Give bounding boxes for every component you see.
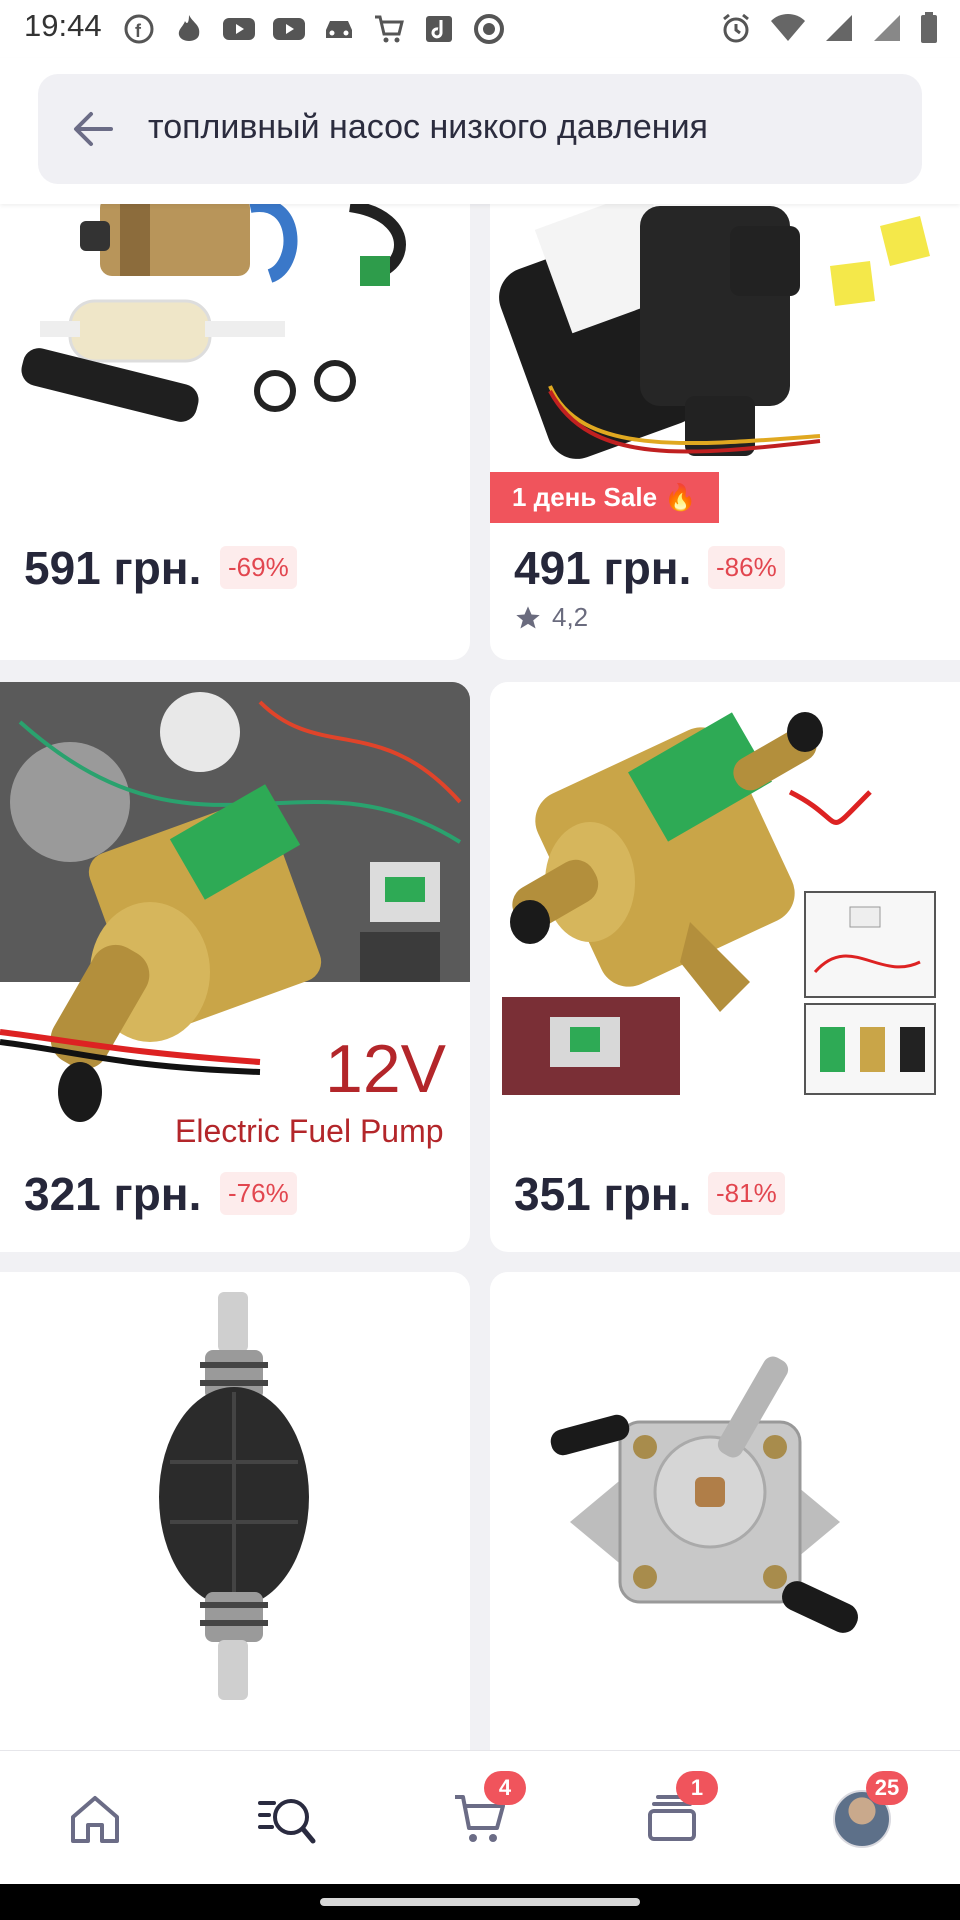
alarm-icon xyxy=(720,12,752,49)
notification-icons: f xyxy=(122,12,506,46)
profile-badge: 25 xyxy=(866,1771,908,1805)
product-price: 321 грн. xyxy=(24,1168,202,1220)
product-card[interactable]: 12V Electric Fuel Pump 321 грн. -76% xyxy=(0,682,470,1252)
orders-badge: 1 xyxy=(676,1771,718,1805)
status-bar: 19:44 f xyxy=(0,0,960,58)
back-button[interactable] xyxy=(68,104,118,154)
product-image xyxy=(0,1272,470,1742)
product-card[interactable]: 591 грн. -69% xyxy=(0,186,470,660)
status-time: 19:44 xyxy=(24,8,102,43)
youtube-icon xyxy=(222,12,256,46)
product-rating: 4,2 xyxy=(514,602,588,633)
svg-text:f: f xyxy=(135,21,142,41)
signal-icon xyxy=(872,13,902,48)
nav-orders[interactable]: 1 xyxy=(632,1771,718,1859)
product-price: 351 грн. xyxy=(514,1168,692,1220)
product-card[interactable]: 351 грн. -81% xyxy=(490,682,960,1252)
fire-icon xyxy=(172,12,206,46)
product-image xyxy=(490,1272,960,1742)
system-icons xyxy=(720,12,938,49)
discount-badge: -86% xyxy=(708,546,785,589)
car-icon xyxy=(322,12,356,46)
discount-badge: -81% xyxy=(708,1172,785,1215)
product-price: 591 грн. xyxy=(24,542,202,594)
product-card[interactable]: 1 день Sale 🔥 491 грн. -86% 4,2 xyxy=(490,186,960,660)
home-icon xyxy=(71,1796,119,1843)
product-image: 12V Electric Fuel Pump xyxy=(0,682,470,1152)
system-home-bar xyxy=(0,1884,960,1920)
rating-value: 4,2 xyxy=(552,602,589,632)
arrow-left-icon xyxy=(74,112,113,146)
discount-badge: -76% xyxy=(220,1172,297,1215)
bottom-navigation: 4 1 25 xyxy=(0,1750,960,1885)
product-image xyxy=(0,186,470,476)
discount-badge: -69% xyxy=(220,546,297,589)
sale-badge: 1 день Sale 🔥 xyxy=(490,472,719,523)
cart-icon xyxy=(372,12,406,46)
star-icon xyxy=(516,605,540,628)
home-gesture-handle[interactable] xyxy=(320,1898,640,1906)
pump-caption: Electric Fuel Pump xyxy=(175,1113,444,1149)
voltage-label: 12V xyxy=(325,1031,447,1107)
wifi-icon xyxy=(770,13,806,48)
product-card[interactable] xyxy=(0,1272,470,1792)
music-icon xyxy=(422,12,456,46)
record-icon xyxy=(472,12,506,46)
nav-search[interactable] xyxy=(247,1779,327,1859)
cart-badge: 4 xyxy=(484,1771,526,1805)
nav-cart[interactable]: 4 xyxy=(440,1771,526,1859)
battery-icon xyxy=(920,12,938,49)
signal-icon xyxy=(824,13,854,48)
search-header: топливный насос низкого давления xyxy=(0,58,960,204)
search-query[interactable]: топливный насос низкого давления xyxy=(148,108,708,147)
product-price: 491 грн. xyxy=(514,542,692,594)
nav-profile[interactable]: 25 xyxy=(822,1771,908,1859)
search-icon xyxy=(258,1799,316,1844)
product-card[interactable] xyxy=(490,1272,960,1792)
product-image xyxy=(490,186,960,486)
youtube-icon xyxy=(272,12,306,46)
nav-home[interactable] xyxy=(55,1779,135,1859)
search-bar[interactable]: топливный насос низкого давления xyxy=(38,74,922,184)
product-image xyxy=(490,682,960,1102)
facebook-icon: f xyxy=(122,12,156,46)
